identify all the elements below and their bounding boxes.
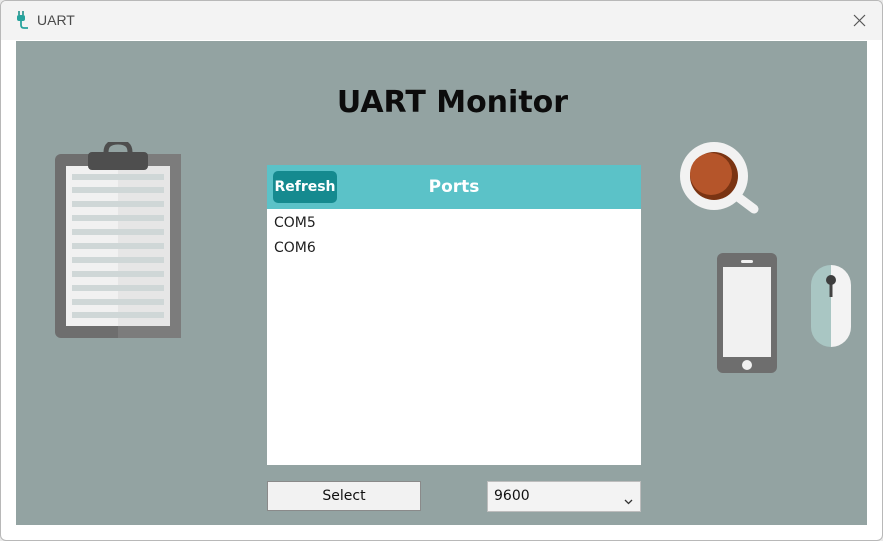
close-icon	[853, 14, 866, 27]
computer-mouse-icon	[809, 263, 853, 354]
ports-header: Ports Refresh	[267, 165, 641, 209]
main-canvas: UART Monitor Ports Refresh COM5 COM6 Sel…	[16, 41, 867, 525]
title-bar[interactable]: UART	[1, 1, 882, 40]
clipboard-icon	[54, 139, 182, 343]
page-title: UART Monitor	[336, 85, 569, 120]
usb-plug-icon	[14, 10, 32, 30]
baud-rate-select[interactable]: 9600	[487, 481, 641, 512]
ports-panel: Ports Refresh COM5 COM6	[267, 165, 641, 465]
close-button[interactable]	[836, 1, 882, 40]
chevron-down-icon	[624, 493, 633, 509]
smartphone-icon	[716, 252, 778, 379]
refresh-button[interactable]: Refresh	[273, 171, 337, 203]
list-item[interactable]: COM5	[267, 211, 641, 236]
window-title: UART	[37, 12, 75, 28]
list-item[interactable]: COM6	[267, 236, 641, 261]
baud-rate-value: 9600	[494, 488, 530, 504]
ports-list[interactable]: COM5 COM6	[267, 209, 641, 261]
app-window: UART UART Monitor Ports Refresh COM5 COM…	[0, 0, 883, 541]
coffee-cup-icon	[678, 139, 760, 220]
select-button[interactable]: Select	[267, 481, 421, 511]
